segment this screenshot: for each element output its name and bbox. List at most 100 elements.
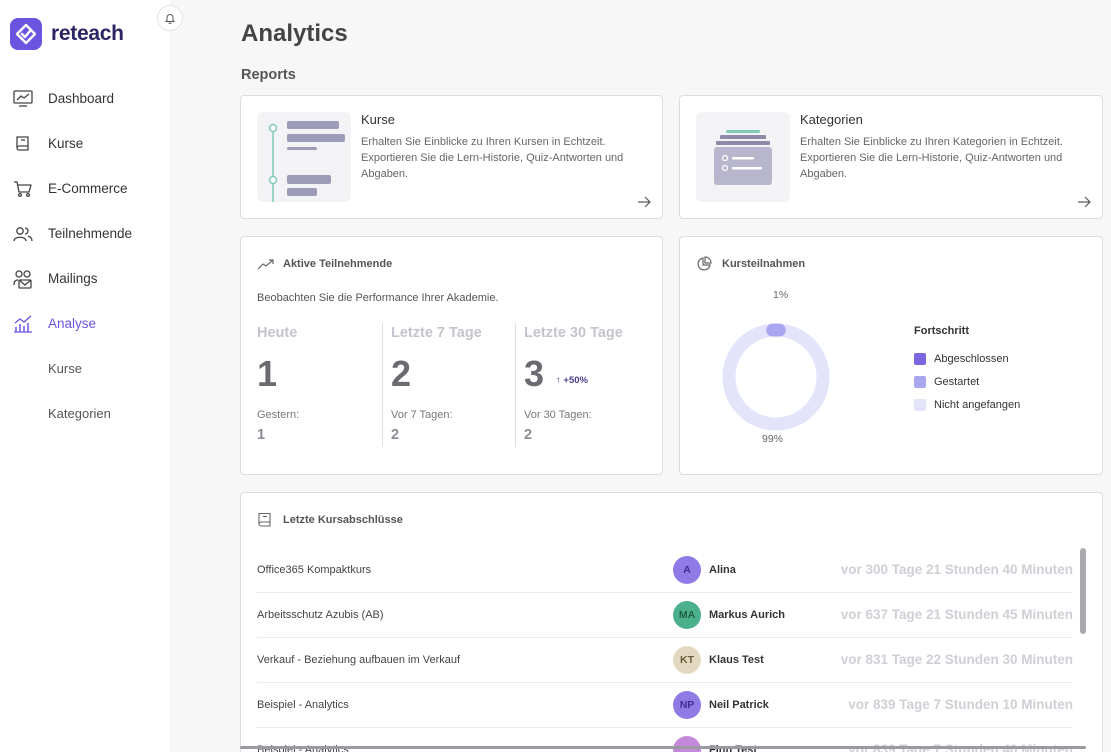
card-title: Aktive Teilnehmende: [283, 258, 393, 270]
stat-previous-label: Vor 30 Tagen:: [524, 409, 592, 421]
completion-time: vor 300 Tage 21 Stunden 40 Minuten: [840, 562, 1073, 577]
stat-last-30-days: Letzte 30 Tage 3 ↑ +50% Vor 30 Tagen: 2: [515, 323, 647, 447]
recent-completions-card: Letzte Kursabschlüsse Office365 Kompaktk…: [240, 492, 1103, 752]
card-subtitle: Beobachten Sie die Performance Ihrer Aka…: [257, 292, 499, 304]
legend-label: Gestartet: [934, 375, 980, 388]
course-name: Arbeitsschutz Azubis (AB): [257, 609, 384, 621]
report-card-kurse[interactable]: Kurse Erhalten Sie Einblicke zu Ihren Ku…: [240, 95, 663, 219]
analytics-icon: [12, 313, 34, 335]
notifications-button[interactable]: [157, 5, 183, 31]
pie-chart-icon: [696, 256, 714, 272]
section-title-reports: Reports: [241, 67, 296, 83]
chart-legend: Fortschritt Abgeschlossen Gestartet Nich…: [914, 325, 1020, 416]
course-participation-card: Kursteilnahmen 1% 99% Fortschritt Abgesc…: [679, 236, 1103, 475]
report-title: Kurse: [361, 112, 395, 127]
active-participants-card: Aktive Teilnehmende Beobachten Sie die P…: [240, 236, 663, 475]
sidebar-item-mailings[interactable]: Mailings: [0, 256, 170, 301]
completion-time: vor 637 Tage 21 Stunden 45 Minuten: [840, 607, 1073, 622]
user-name: Alina: [709, 564, 736, 576]
stat-label: Heute: [257, 325, 298, 341]
monitor-chart-icon: [12, 88, 34, 110]
card-header: Letzte Kursabschlüsse: [257, 512, 403, 528]
course-name: Beispiel - Analytics: [257, 699, 349, 711]
donut-slice-nicht-angefangen: [722, 323, 830, 431]
sidebar-item-ecommerce[interactable]: E-Commerce: [0, 166, 170, 211]
card-header: Kursteilnahmen: [696, 256, 805, 272]
donut-label-bottom: 99%: [762, 433, 784, 445]
report-card-kategorien[interactable]: Kategorien Erhalten Sie Einblicke zu Ihr…: [679, 95, 1103, 219]
card-header: Aktive Teilnehmende: [257, 256, 392, 272]
horizontal-scrollbar[interactable]: [240, 746, 1086, 749]
table-row[interactable]: Arbeitsschutz Azubis (AB) MA Markus Auri…: [257, 593, 1073, 638]
stat-previous-label: Gestern:: [257, 409, 300, 421]
sidebar-subitem-kurse[interactable]: Kurse: [0, 346, 170, 391]
brand-logo[interactable]: reteach: [10, 18, 124, 50]
sidebar-item-label: Dashboard: [48, 91, 115, 106]
sidebar-item-label: Teilnehmende: [48, 226, 133, 241]
legend-swatch: [914, 375, 926, 388]
legend-item-started[interactable]: Gestartet: [914, 370, 1020, 393]
user-name: Klaus Test: [709, 654, 764, 666]
stat-trend-badge: ↑ +50%: [556, 375, 588, 386]
legend-swatch: [914, 398, 926, 411]
bell-icon: [164, 14, 176, 24]
legend-item-completed[interactable]: Abgeschlossen: [914, 347, 1020, 370]
brand-name: reteach: [51, 22, 124, 45]
report-title: Kategorien: [800, 112, 863, 127]
arrow-right-icon[interactable]: [1076, 194, 1092, 210]
stat-label: Letzte 7 Tage: [391, 325, 482, 341]
book-icon: [12, 133, 34, 155]
trending-up-icon: [257, 256, 275, 272]
table-row[interactable]: Beispiel - Analytics NP Neil Patrick vor…: [257, 683, 1073, 728]
user-name: Markus Aurich: [709, 609, 786, 621]
legend-title: Fortschritt: [914, 325, 969, 337]
book-icon: [257, 512, 275, 528]
stat-previous-label: Vor 7 Tagen:: [391, 409, 453, 421]
course-name: Office365 Kompaktkurs: [257, 564, 372, 576]
course-name: Verkauf - Beziehung aufbauen im Verkauf: [257, 654, 461, 666]
stat-label: Letzte 30 Tage: [524, 325, 623, 341]
page-title: Analytics: [241, 20, 348, 47]
kategorien-report-illustration: [696, 112, 790, 202]
stat-trend-value: +50%: [563, 375, 588, 386]
sidebar-item-analyse[interactable]: Analyse: [0, 301, 170, 346]
stat-previous-value: 2: [524, 427, 533, 443]
stat-value: 1: [257, 353, 278, 394]
sidebar-item-dashboard[interactable]: Dashboard: [0, 76, 170, 121]
sidebar-nav: Dashboard Kurse E-Commerce Teilnehmende …: [0, 76, 170, 436]
sidebar-item-kurse[interactable]: Kurse: [0, 121, 170, 166]
legend-label: Abgeschlossen: [934, 352, 1009, 365]
avatar: MA: [673, 601, 701, 629]
arrow-right-icon[interactable]: [636, 194, 652, 210]
legend-item-not-started[interactable]: Nicht angefangen: [914, 393, 1020, 416]
sidebar-item-label: Kurse: [48, 136, 84, 151]
cart-icon: [12, 178, 34, 200]
reteach-logo-icon: [10, 18, 42, 50]
mail-users-icon: [12, 268, 34, 290]
sidebar-item-teilnehmende[interactable]: Teilnehmende: [0, 211, 170, 256]
avatar: KT: [673, 646, 701, 674]
avatar: [673, 736, 701, 752]
vertical-scrollbar[interactable]: [1080, 548, 1086, 634]
table-row[interactable]: Verkauf - Beziehung aufbauen im Verkauf …: [257, 638, 1073, 683]
stat-previous-value: 1: [257, 427, 266, 443]
table-row[interactable]: Office365 Kompaktkurs A Alina vor 300 Ta…: [257, 548, 1073, 593]
stat-value: 2: [391, 353, 412, 394]
sidebar-item-label: Mailings: [48, 271, 98, 286]
user-name: Neil Patrick: [709, 699, 769, 711]
card-title: Kursteilnahmen: [722, 258, 806, 270]
completions-list: Office365 Kompaktkurs A Alina vor 300 Ta…: [257, 548, 1073, 752]
kurse-report-illustration: [257, 112, 351, 202]
avatar: A: [673, 556, 701, 584]
stat-previous-value: 2: [391, 427, 400, 443]
legend-label: Nicht angefangen: [934, 398, 1021, 411]
sidebar-item-label: E-Commerce: [48, 181, 128, 196]
legend-swatch: [914, 352, 926, 365]
users-icon: [12, 223, 34, 245]
stat-last-7-days: Letzte 7 Tage 2 Vor 7 Tagen: 2: [382, 323, 514, 447]
sidebar-subitem-kategorien[interactable]: Kategorien: [0, 391, 170, 436]
stat-today: Heute 1 Gestern: 1: [257, 323, 389, 447]
report-description: Erhalten Sie Einblicke zu Ihren Kategori…: [800, 136, 1063, 180]
completion-time: vor 831 Tage 22 Stunden 30 Minuten: [840, 652, 1073, 667]
sidebar: reteach Dashboard Kurse E-Commerce Teiln…: [0, 0, 170, 752]
